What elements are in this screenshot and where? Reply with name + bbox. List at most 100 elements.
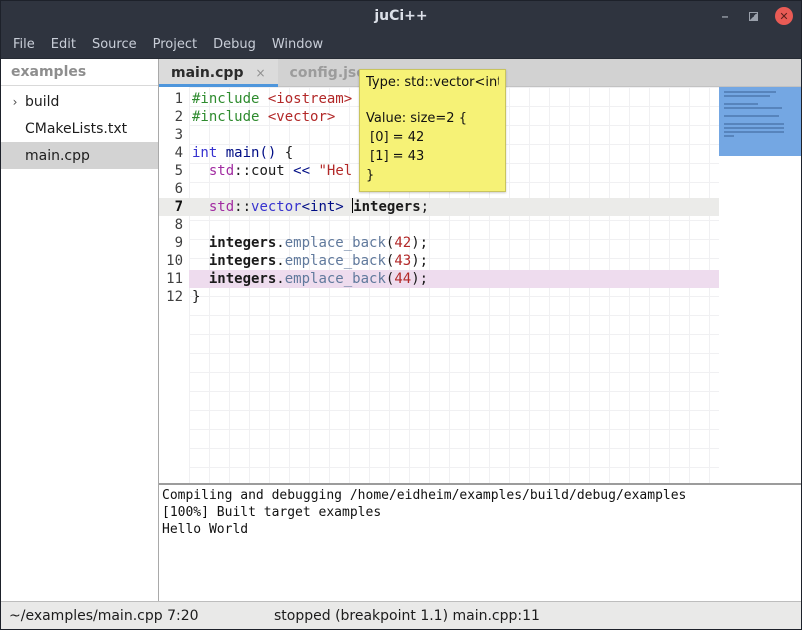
code-token: ; [421, 199, 429, 215]
line-number: 8 [159, 216, 189, 234]
line-number: 10 [159, 252, 189, 270]
code-text [189, 216, 719, 234]
code-token: ); [411, 235, 428, 251]
minimap-code-preview [724, 127, 784, 129]
line-number: 3 [159, 126, 189, 144]
code-line-10[interactable]: 10 integers.emplace_back(43); [159, 252, 719, 270]
code-token: 44 [394, 271, 411, 287]
menu-item-edit[interactable]: Edit [43, 37, 84, 52]
tooltip-value-block: Value: size=2 { [0] = 42 [1] = 43} [366, 109, 499, 185]
tooltip-value-line: Value: size=2 { [366, 109, 499, 128]
title-bar: juCi++ – ✕ [1, 1, 801, 31]
code-token: . [276, 253, 284, 269]
tab-main-cpp[interactable]: main.cpp × [159, 59, 278, 86]
tooltip-value-line: [1] = 43 [366, 147, 499, 166]
code-token: integers [353, 199, 420, 215]
tree-item-label: main.cpp [25, 148, 90, 164]
code-token: integers [209, 271, 276, 287]
code-token: <iostream> [268, 91, 352, 107]
code-token: 43 [394, 253, 411, 269]
status-bar: ~/examples/main.cpp 7:20 stopped (breakp… [1, 601, 801, 629]
sidebar-item-build[interactable]: ›build [1, 88, 158, 115]
close-icon[interactable]: ✕ [775, 7, 793, 25]
code-token: main() [226, 145, 277, 161]
code-token [259, 109, 267, 125]
code-token: . [276, 271, 284, 287]
line-number: 6 [159, 180, 189, 198]
code-token [192, 199, 209, 215]
code-line-7[interactable]: 7 std::vector<int> integers; [159, 198, 719, 216]
maximize-icon[interactable] [749, 12, 758, 21]
minimap-code-preview [724, 107, 782, 109]
line-number: 4 [159, 144, 189, 162]
tooltip-type-line: Type: std::vector<int> [366, 75, 499, 90]
status-file-position: ~/examples/main.cpp 7:20 [9, 608, 199, 624]
menu-item-project[interactable]: Project [145, 37, 205, 52]
code-text: integers.emplace_back(44); [189, 270, 719, 288]
code-token [192, 253, 209, 269]
code-token: <int> [302, 199, 344, 215]
window-controls: – ✕ [718, 1, 793, 31]
code-token: std [209, 163, 234, 179]
tooltip-value-line: } [366, 166, 499, 185]
code-text: std::vector<int> integers; [189, 198, 719, 216]
code-token: integers [209, 235, 276, 251]
sidebar-item-main-cpp[interactable]: main.cpp [1, 142, 158, 169]
sidebar-item-cmakelists-txt[interactable]: CMakeLists.txt [1, 115, 158, 142]
line-number: 11 [159, 270, 189, 288]
menu-item-source[interactable]: Source [84, 37, 145, 52]
code-line-11[interactable]: 11 integers.emplace_back(44); [159, 270, 719, 288]
line-number: 7 [159, 198, 189, 216]
tab-label: main.cpp [171, 65, 243, 81]
debug-value-tooltip: Type: std::vector<int> Value: size=2 { [… [359, 69, 506, 192]
minimap[interactable] [719, 87, 801, 483]
code-line-12[interactable]: 12} [159, 288, 719, 306]
minimap-code-preview [724, 91, 776, 93]
code-token: "Hel [318, 163, 352, 179]
main-area: examples ›buildCMakeLists.txtmain.cpp ma… [1, 59, 801, 601]
minimap-code-preview [724, 95, 770, 97]
terminal-line: [100%] Built target examples [162, 504, 801, 521]
code-token: :: [234, 199, 251, 215]
expander-chevron-icon[interactable]: › [7, 95, 23, 109]
code-token: . [276, 235, 284, 251]
code-text: integers.emplace_back(42); [189, 234, 719, 252]
code-token [259, 91, 267, 107]
file-tree-sidebar: examples ›buildCMakeLists.txtmain.cpp [1, 59, 159, 601]
code-token [192, 163, 209, 179]
code-token: emplace_back [285, 271, 386, 287]
terminal-line: Hello World [162, 521, 801, 538]
tab-close-icon[interactable]: × [255, 66, 265, 80]
code-token: 42 [394, 235, 411, 251]
code-line-8[interactable]: 8 [159, 216, 719, 234]
code-token: emplace_back [285, 253, 386, 269]
code-token: emplace_back [285, 235, 386, 251]
minimize-icon[interactable]: – [718, 11, 732, 21]
code-token: <vector> [268, 109, 335, 125]
code-token: #include [192, 109, 259, 125]
line-number: 9 [159, 234, 189, 252]
menu-item-window[interactable]: Window [264, 37, 331, 52]
minimap-code-preview [724, 115, 779, 117]
code-token: ::cout [234, 163, 293, 179]
status-debug-state: stopped (breakpoint 1.1) main.cpp:11 [274, 608, 540, 624]
code-token: integers [209, 253, 276, 269]
minimap-code-preview [724, 135, 734, 137]
code-line-9[interactable]: 9 integers.emplace_back(42); [159, 234, 719, 252]
line-number: 12 [159, 288, 189, 306]
tooltip-value-line: [0] = 42 [366, 128, 499, 147]
code-token: std [209, 199, 234, 215]
code-token: << [293, 163, 310, 179]
code-text: } [189, 288, 719, 306]
code-token: ); [411, 271, 428, 287]
terminal-line: Compiling and debugging /home/eidheim/ex… [162, 487, 801, 504]
build-output-terminal[interactable]: Compiling and debugging /home/eidheim/ex… [159, 483, 801, 601]
menu-item-debug[interactable]: Debug [205, 37, 264, 52]
minimap-slider[interactable] [719, 87, 801, 156]
code-token [217, 145, 225, 161]
menu-item-file[interactable]: File [5, 37, 43, 52]
minimap-code-preview [724, 131, 784, 133]
code-text: integers.emplace_back(43); [189, 252, 719, 270]
code-token: } [192, 289, 200, 305]
line-number: 2 [159, 108, 189, 126]
